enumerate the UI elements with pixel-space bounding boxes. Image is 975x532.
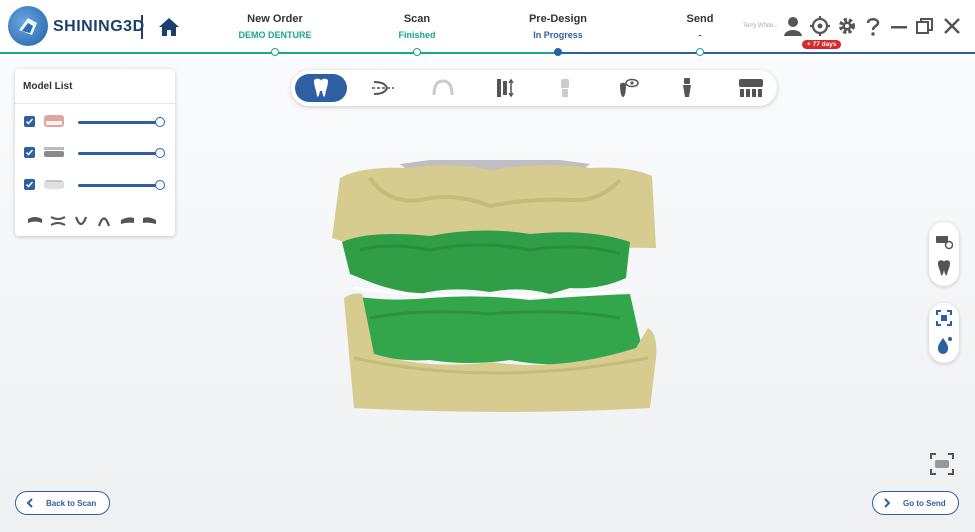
model-list-panel: Model List	[15, 69, 175, 236]
step-dot-current	[554, 48, 562, 56]
tooth-single-tool-button	[539, 74, 591, 102]
model-row-base	[15, 175, 175, 195]
tooth-single-icon	[561, 79, 569, 97]
user-button[interactable]	[782, 15, 804, 37]
step-scan[interactable]: Scan Finished	[357, 13, 477, 40]
opacity-slider-handle[interactable]	[155, 148, 165, 158]
header-divider	[141, 15, 143, 39]
minimize-button[interactable]	[888, 15, 910, 37]
step-dot	[413, 48, 421, 56]
minimize-icon	[891, 26, 907, 29]
fit-view-icon[interactable]	[935, 309, 953, 327]
library-tool-button[interactable]	[723, 74, 775, 102]
model-list-title: Model List	[23, 81, 73, 92]
teeth-tool-button[interactable]	[295, 74, 347, 102]
step-title: Send	[686, 13, 714, 25]
lower-denture-thumbnail	[44, 147, 64, 157]
check-icon	[25, 118, 34, 125]
view-direction-bar	[27, 215, 167, 229]
back-to-scan-label: Back to Scan	[46, 499, 97, 508]
check-icon	[25, 181, 34, 188]
back-to-scan-button[interactable]: Back to Scan	[15, 491, 110, 515]
model-visibility-checkbox[interactable]	[24, 147, 35, 158]
gear-icon	[839, 18, 855, 34]
step-new-order[interactable]: New Order DEMO DENTURE	[215, 13, 335, 40]
view-right-icon[interactable]	[142, 215, 158, 227]
step-status: Finished	[398, 30, 436, 40]
scan-settings-icon[interactable]	[935, 232, 953, 250]
step-status: In Progress	[533, 30, 583, 40]
view-left-icon[interactable]	[119, 215, 135, 227]
model-row-upper	[15, 112, 175, 132]
go-to-send-label: Go to Send	[903, 499, 946, 508]
tooth-align-tool-button[interactable]	[478, 74, 530, 102]
restore-icon	[916, 18, 933, 34]
brand-logo	[8, 6, 48, 46]
home-button[interactable]	[156, 14, 182, 40]
top-bar: SHINING3D New Order DEMO DENTURE Scan Fi…	[0, 0, 975, 58]
close-icon	[944, 18, 960, 34]
view-back-icon[interactable]	[50, 215, 66, 227]
droplet-icon[interactable]	[935, 336, 953, 354]
opacity-slider[interactable]	[78, 184, 160, 187]
tooth-icon[interactable]	[935, 258, 953, 276]
opacity-slider-handle[interactable]	[155, 180, 165, 190]
view-lower-icon[interactable]	[73, 215, 89, 227]
tooth-view-tool-button[interactable]	[601, 74, 653, 102]
opacity-slider-handle[interactable]	[155, 117, 165, 127]
occlusal-plane-icon	[372, 81, 394, 95]
dental-model-3d-view[interactable]	[330, 158, 658, 414]
user-name: Terry White...	[743, 23, 779, 29]
check-icon	[25, 149, 34, 156]
view-upper-icon[interactable]	[96, 215, 112, 227]
base-model-thumbnail	[44, 180, 64, 190]
step-title: New Order	[247, 13, 303, 25]
chevron-left-icon	[26, 498, 33, 508]
go-to-send-button[interactable]: Go to Send	[872, 491, 959, 515]
tooth-view-icon	[620, 78, 639, 97]
license-days-badge: + 77 days	[802, 40, 842, 49]
step-dot	[271, 48, 279, 56]
step-send[interactable]: Send -	[640, 13, 760, 40]
step-dot	[696, 48, 704, 56]
step-title: Pre-Design	[528, 13, 588, 25]
tooth-library-icon	[739, 79, 763, 97]
opacity-slider[interactable]	[78, 152, 160, 155]
help-button[interactable]	[862, 15, 884, 37]
side-tool-group-top	[929, 222, 959, 286]
help-icon	[866, 18, 880, 36]
upper-denture-thumbnail	[44, 115, 64, 127]
target-icon	[810, 16, 830, 36]
settings-button[interactable]	[836, 15, 858, 37]
model-visibility-checkbox[interactable]	[24, 179, 35, 190]
step-status: DEMO DENTURE	[238, 30, 312, 40]
model-row-lower	[15, 143, 175, 163]
arch-icon	[432, 79, 454, 96]
step-pre-design[interactable]: Pre-Design In Progress	[498, 13, 618, 40]
progress-pending-line	[556, 52, 975, 54]
opacity-slider[interactable]	[78, 121, 160, 124]
tooth-align-icon	[497, 78, 514, 98]
step-status: -	[698, 30, 702, 40]
design-toolbar	[291, 70, 777, 106]
brand-name: SHINING3D	[53, 18, 145, 35]
license-button[interactable]	[809, 15, 831, 37]
user-icon	[784, 17, 802, 36]
restore-button[interactable]	[914, 15, 936, 37]
home-icon	[159, 18, 179, 36]
teeth-icon	[314, 78, 328, 97]
view-front-icon[interactable]	[27, 215, 43, 227]
chevron-right-icon	[884, 498, 891, 508]
implant-tool-button[interactable]	[661, 74, 713, 102]
implant-icon	[683, 78, 691, 97]
side-tool-group-bottom	[929, 303, 959, 363]
model-visibility-checkbox[interactable]	[24, 116, 35, 127]
panel-divider	[15, 103, 175, 104]
screenshot-frame-icon[interactable]	[929, 452, 955, 476]
occlusal-plane-tool-button[interactable]	[357, 74, 409, 102]
close-button[interactable]	[941, 15, 963, 37]
arch-tool-button	[417, 74, 469, 102]
step-title: Scan	[403, 13, 431, 25]
